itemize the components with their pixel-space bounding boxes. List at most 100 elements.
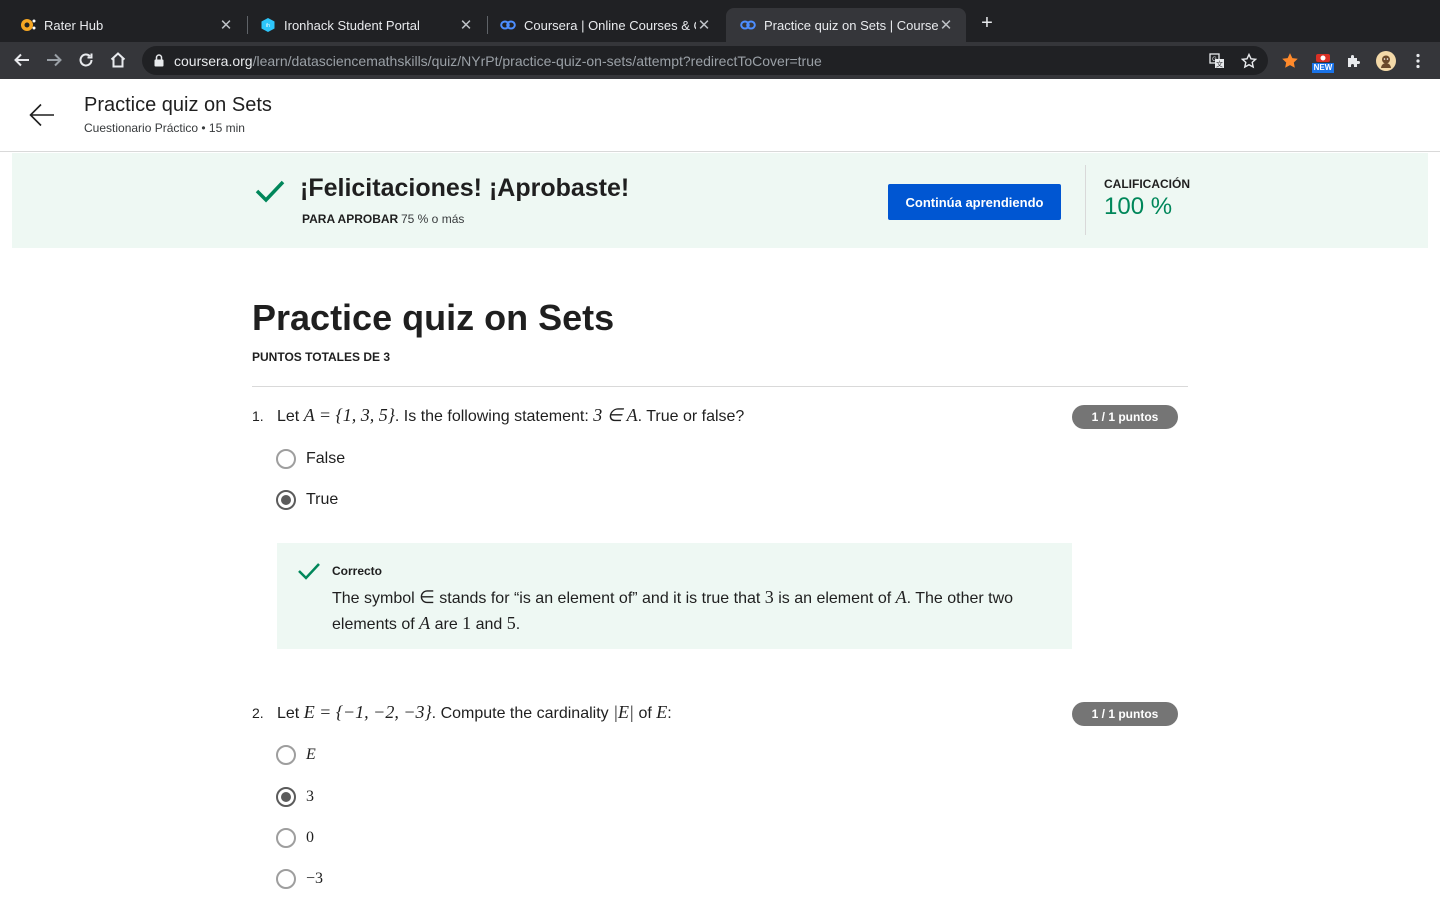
answer-option[interactable]: True bbox=[276, 490, 338, 510]
url-host: coursera.org bbox=[174, 52, 253, 69]
math-expression: E = {−1, −2, −3} bbox=[303, 702, 432, 722]
checkmark-icon bbox=[255, 179, 285, 208]
url-path: /learn/datasciencemathskills/quiz/NYrPt/… bbox=[252, 52, 822, 69]
grade-label: CALIFICACIÓN bbox=[1104, 177, 1190, 191]
pass-banner: ¡Felicitaciones! ¡Aprobaste! PARA APROBA… bbox=[12, 153, 1428, 248]
grade-value: 100 % bbox=[1104, 193, 1173, 220]
quiz-title: Practice quiz on Sets bbox=[252, 297, 615, 338]
option-label: E bbox=[306, 746, 316, 763]
ironhack-favicon: ih bbox=[260, 17, 276, 33]
extension-star-icon[interactable] bbox=[1280, 51, 1300, 71]
back-arrow-icon[interactable] bbox=[28, 101, 56, 129]
new-tab-plus-icon[interactable]: + bbox=[976, 12, 998, 34]
url-text[interactable]: coursera.org/learn/datasciencemathskills… bbox=[174, 53, 822, 69]
translate-icon[interactable]: 文G bbox=[1206, 52, 1228, 70]
extensions-puzzle-icon[interactable] bbox=[1344, 51, 1364, 71]
back-arrow-icon[interactable] bbox=[11, 49, 33, 71]
close-icon[interactable]: ✕ bbox=[458, 16, 474, 34]
rater-hub-favicon bbox=[20, 17, 36, 33]
tab-rater-hub[interactable]: Rater Hub ✕ bbox=[6, 8, 246, 42]
math-expression: |E| bbox=[613, 702, 634, 722]
checkmark-icon bbox=[297, 561, 321, 586]
feedback-text-part: and bbox=[471, 616, 507, 633]
tab-ironhack[interactable]: ih Ironhack Student Portal ✕ bbox=[246, 8, 486, 42]
lock-icon[interactable] bbox=[154, 54, 168, 67]
radio-button-selected[interactable] bbox=[276, 787, 296, 807]
radio-button[interactable] bbox=[276, 828, 296, 848]
bookmark-star-icon[interactable] bbox=[1238, 52, 1260, 70]
coursera-favicon bbox=[740, 17, 756, 33]
math-expression: A = {1, 3, 5} bbox=[303, 405, 395, 425]
continue-learning-button[interactable]: Continúa aprendiendo bbox=[888, 184, 1061, 220]
answer-option[interactable]: E bbox=[276, 745, 316, 765]
close-icon[interactable]: ✕ bbox=[938, 16, 954, 34]
math-expression: A bbox=[419, 613, 431, 633]
home-icon[interactable] bbox=[107, 49, 129, 71]
option-label: −3 bbox=[306, 870, 324, 887]
radio-button-selected[interactable] bbox=[276, 490, 296, 510]
feedback-heading: Correcto bbox=[332, 564, 383, 578]
answer-option[interactable]: 0 bbox=[276, 828, 314, 848]
question-text: Let A = {1, 3, 5}. Is the following stat… bbox=[277, 405, 744, 426]
pass-threshold-value: 75 % o más bbox=[401, 212, 465, 226]
answer-option[interactable]: −3 bbox=[276, 869, 323, 889]
feedback-text-part: are bbox=[430, 616, 463, 633]
tab-practice-quiz[interactable]: Practice quiz on Sets | Courser ✕ bbox=[726, 8, 966, 42]
profile-avatar-icon[interactable] bbox=[1376, 51, 1396, 71]
page-title: Practice quiz on Sets bbox=[84, 94, 272, 116]
question-text-part: : bbox=[667, 705, 672, 722]
answer-option[interactable]: False bbox=[276, 449, 345, 469]
math-expression: 1 bbox=[462, 613, 472, 633]
tab-title: Practice quiz on Sets | Courser bbox=[764, 17, 938, 33]
math-expression: 3 bbox=[764, 587, 774, 607]
svg-text:ih: ih bbox=[266, 23, 270, 29]
tab-title: Rater Hub bbox=[44, 17, 104, 33]
browser-toolbar: coursera.org/learn/datasciencemathskills… bbox=[0, 42, 1440, 79]
close-icon[interactable]: ✕ bbox=[218, 16, 234, 34]
new-badge: NEW bbox=[1311, 63, 1335, 73]
points-badge: 1 / 1 puntos bbox=[1072, 702, 1178, 726]
extension-new-badge-icon[interactable]: NEW bbox=[1310, 47, 1336, 77]
tab-coursera[interactable]: Coursera | Online Courses & Cr ✕ bbox=[486, 8, 724, 42]
question-number: 2. bbox=[252, 705, 264, 721]
address-bar[interactable]: coursera.org/learn/datasciencemathskills… bbox=[142, 46, 1268, 75]
tab-title: Coursera | Online Courses & Cr bbox=[524, 17, 696, 33]
question-text-part: . Is the following statement: bbox=[394, 408, 594, 425]
congrats-heading: ¡Felicitaciones! ¡Aprobaste! bbox=[300, 174, 630, 202]
quiz-header: Practice quiz on Sets Cuestionario Práct… bbox=[0, 79, 1440, 152]
question-text-part: of bbox=[634, 705, 657, 722]
question-text-part: . Compute the cardinality bbox=[431, 705, 614, 722]
question-text-part: Let bbox=[277, 408, 304, 425]
radio-button[interactable] bbox=[276, 869, 296, 889]
radio-button[interactable] bbox=[276, 449, 296, 469]
feedback-box: Correcto The symbol ∈ stands for “is an … bbox=[277, 543, 1072, 649]
divider bbox=[252, 386, 1188, 387]
points-badge: 1 / 1 puntos bbox=[1072, 405, 1178, 429]
math-expression: ∈ bbox=[419, 587, 435, 607]
feedback-text-part: is an element of bbox=[773, 590, 896, 607]
tab-title: Ironhack Student Portal bbox=[284, 17, 420, 33]
feedback-text-part: The symbol bbox=[332, 590, 420, 607]
math-expression: E bbox=[656, 702, 668, 722]
close-icon[interactable]: ✕ bbox=[696, 16, 712, 34]
feedback-text-part: stands for “is an element of” and it is … bbox=[434, 590, 765, 607]
answer-option[interactable]: 3 bbox=[276, 787, 314, 807]
coursera-favicon bbox=[500, 17, 516, 33]
quiz-total-points: PUNTOS TOTALES DE 3 bbox=[252, 350, 391, 364]
question-text-part: . True or false? bbox=[637, 408, 745, 425]
page-subtitle: Cuestionario Práctico • 15 min bbox=[84, 121, 245, 135]
forward-arrow-icon[interactable] bbox=[43, 49, 65, 71]
browser-tabstrip: Rater Hub ✕ ih Ironhack Student Portal ✕… bbox=[0, 0, 1440, 42]
math-expression: 5 bbox=[506, 613, 516, 633]
pass-threshold-label: PARA APROBAR bbox=[302, 212, 399, 226]
browser-menu-icon[interactable] bbox=[1408, 51, 1428, 71]
reload-icon[interactable] bbox=[75, 49, 97, 71]
feedback-text-part: . bbox=[515, 616, 521, 633]
option-label: True bbox=[306, 491, 339, 508]
question-text-part: Let bbox=[277, 705, 304, 722]
svg-text:G: G bbox=[1212, 57, 1217, 63]
option-label: 0 bbox=[306, 829, 314, 846]
radio-button[interactable] bbox=[276, 745, 296, 765]
question-number: 1. bbox=[252, 408, 264, 424]
question-text: Let E = {−1, −2, −3}. Compute the cardin… bbox=[277, 702, 672, 723]
